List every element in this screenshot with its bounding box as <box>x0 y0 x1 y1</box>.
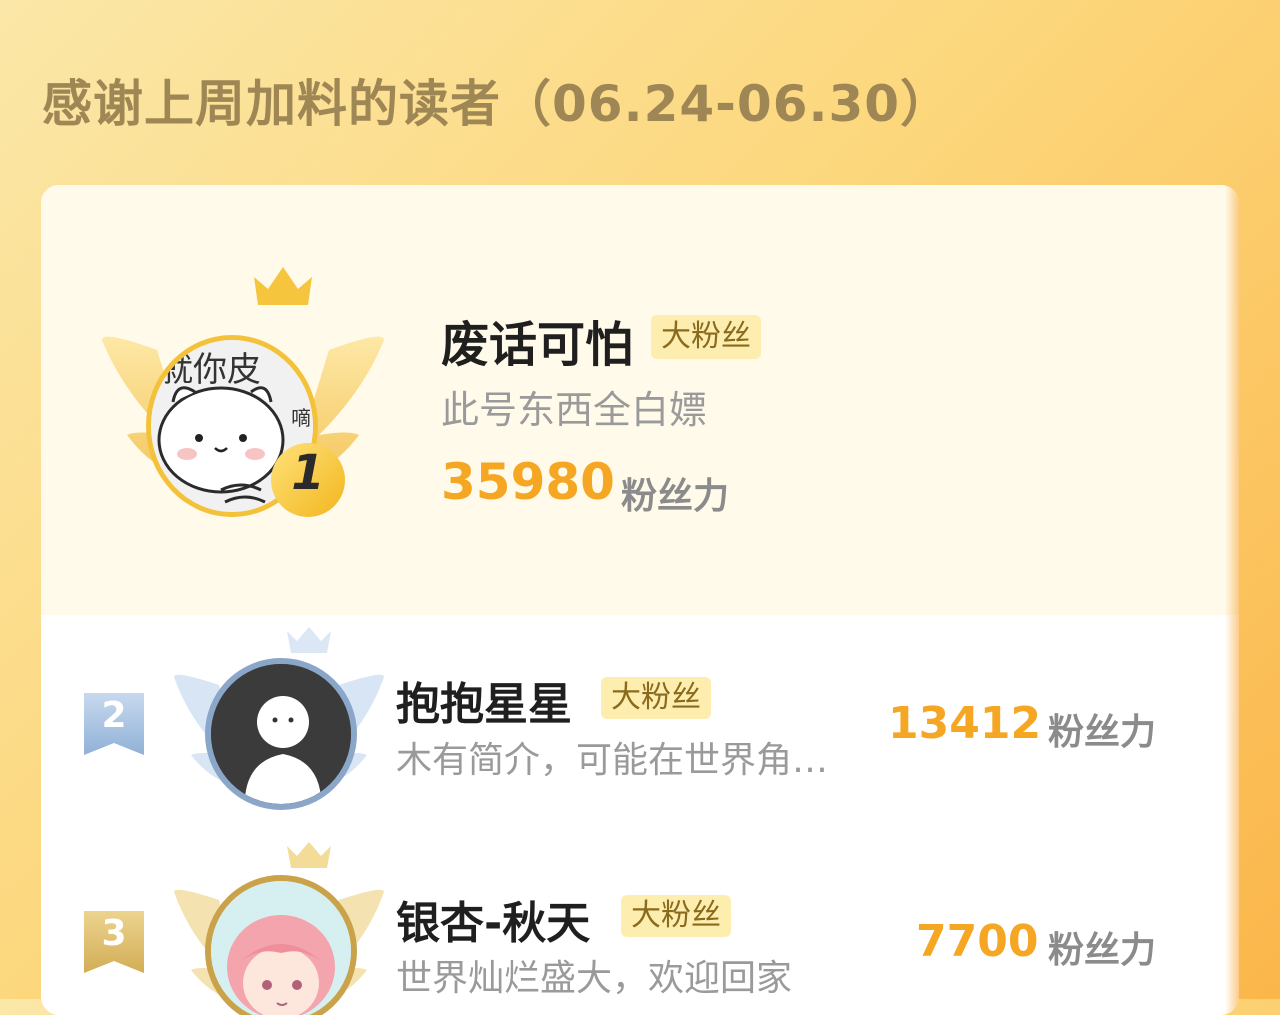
avatar-caption: 就你皮 <box>159 350 261 390</box>
fan-bio: 世界灿烂盛大，欢迎回家 <box>396 958 793 999</box>
fan-badge: 大粉丝 <box>601 677 711 719</box>
avatar[interactable] <box>205 875 357 1015</box>
fan-power-unit: 粉丝力 <box>621 476 730 517</box>
fan-power-value: 13412 <box>888 698 1042 749</box>
fan-power-unit: 粉丝力 <box>1048 712 1157 753</box>
fan-power-unit: 粉丝力 <box>1048 930 1157 971</box>
anime-girl-avatar-image <box>211 881 351 1015</box>
fan-bio: 木有简介，可能在世界角… <box>396 740 829 781</box>
rank-number: 3 <box>101 913 127 954</box>
rank-number: 2 <box>101 695 127 736</box>
avatar-side-caption: 嘀 <box>291 406 311 430</box>
avatar[interactable] <box>205 658 357 810</box>
rank-number: 1 <box>291 445 325 501</box>
fan-name[interactable]: 抱抱星星 <box>396 668 572 732</box>
fan-name[interactable]: 银杏-秋天 <box>396 887 590 951</box>
fan-power-value: 35980 <box>441 453 615 511</box>
fan-bio: 此号东西全白嫖 <box>441 388 708 432</box>
fan-badge: 大粉丝 <box>621 895 731 937</box>
fan-badge: 大粉丝 <box>651 315 761 359</box>
fan-power-value: 7700 <box>916 916 1039 967</box>
fan-name[interactable]: 废话可怕 <box>441 305 633 375</box>
crown-icon <box>254 267 312 305</box>
leaderboard-card: 就你皮 嘀 1 废话可怕 大粉丝 此号东西全白嫖 35980 粉丝力 2 抱抱星… <box>41 185 1239 1015</box>
page-title: 感谢上周加料的读者（06.24-06.30） <box>42 75 952 133</box>
card-edge <box>1225 185 1239 1015</box>
